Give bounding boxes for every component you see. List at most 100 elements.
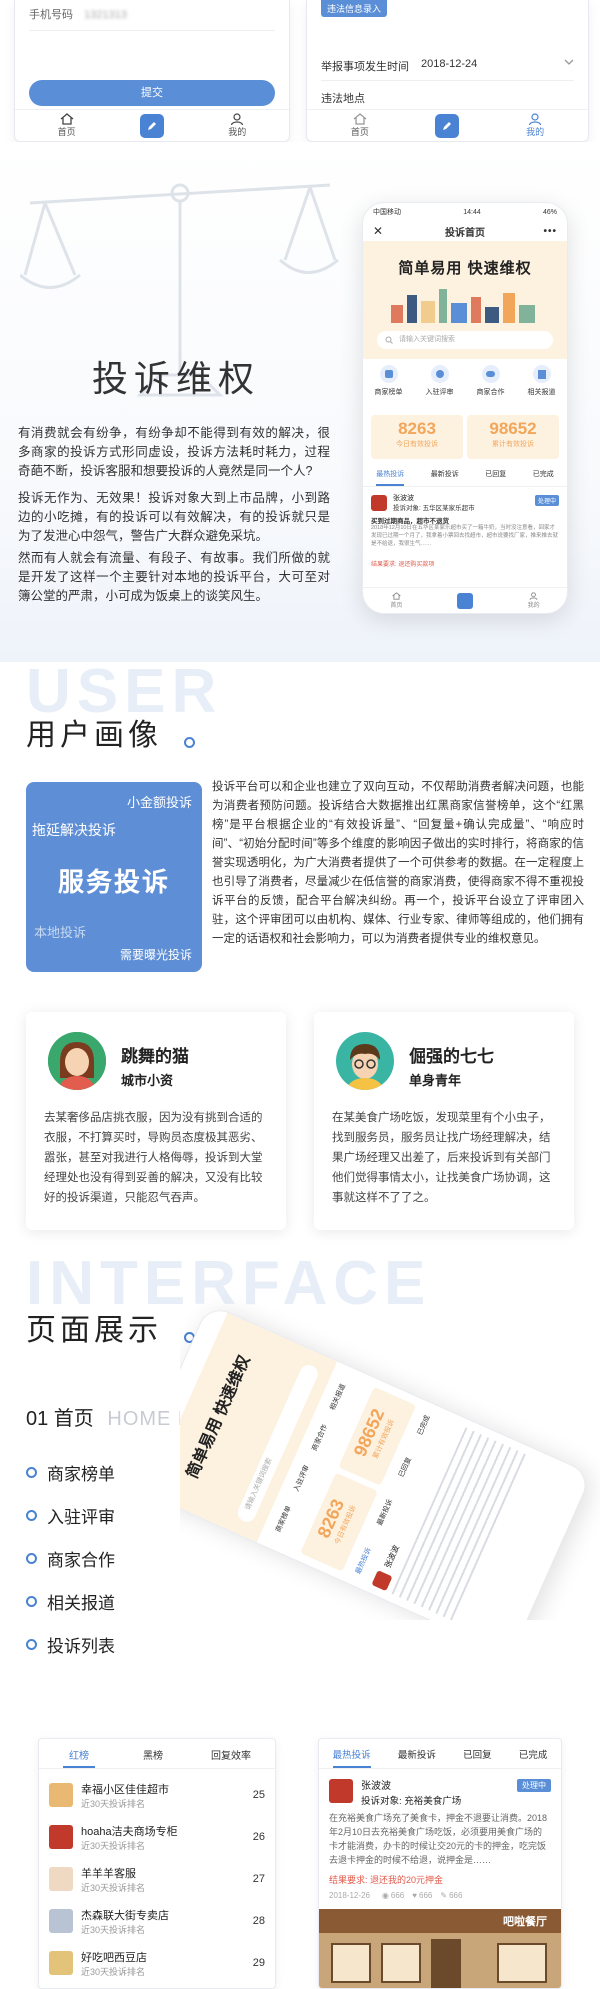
complaint-date: 2018-12-26 — [329, 1891, 370, 1900]
phone-fragment-right: 违法信息录入 举报事项发生时间 2018-12-24 违法地点 首页 我的 — [306, 0, 589, 142]
shop-name: 杰森联大街专卖店 — [81, 1909, 169, 1922]
shop-sub: 近30天投诉排名 — [81, 1798, 146, 1809]
tab-home[interactable]: 首页 — [390, 592, 402, 609]
shop-sub: 近30天投诉排名 — [81, 1882, 146, 1893]
window — [331, 1943, 371, 1983]
search-icon — [385, 336, 393, 344]
tab-mine[interactable]: 我的 — [528, 592, 540, 609]
ranking-row[interactable]: hoaha洁夫商场专柜 近30天投诉排名 26 — [49, 1817, 265, 1857]
quick-label[interactable]: 入驻评审 — [291, 1464, 326, 1500]
tab-replied[interactable]: 已回复 — [463, 1747, 492, 1768]
shop-thumbnail — [49, 1783, 73, 1807]
ranking-row[interactable]: 幸福小区佳佳超市 近30天投诉排名 25 — [49, 1775, 265, 1815]
header-title: 投诉首页 — [445, 227, 485, 239]
submit-button[interactable]: 提交 — [29, 80, 275, 106]
new-complaint-button[interactable] — [139, 113, 164, 138]
comment-icon[interactable]: ✎ — [440, 1891, 447, 1900]
tab-home[interactable]: 首页 — [330, 113, 390, 138]
quick-review-join[interactable]: 入驻评审 — [426, 365, 454, 409]
tab-mine[interactable]: 我的 — [207, 113, 267, 138]
divider — [29, 30, 275, 31]
user-icon — [231, 113, 244, 125]
tab-reply-efficiency[interactable]: 回复效率 — [211, 1747, 251, 1768]
feature-label: 入驻评审 — [47, 1508, 115, 1527]
close-icon[interactable]: ✕ — [373, 224, 383, 238]
new-complaint-button[interactable] — [457, 592, 473, 609]
tab-replied[interactable]: 已回复 — [485, 469, 506, 486]
tab-replied[interactable]: 已回复 — [396, 1456, 414, 1479]
ranking-row[interactable]: 杰森联大街专卖店 近30天投诉排名 28 — [49, 1901, 265, 1941]
tab-hot[interactable]: 最热投诉 — [376, 469, 405, 486]
new-complaint-button[interactable] — [435, 113, 460, 138]
persona-name: 跳舞的猫 — [121, 1047, 189, 1066]
ranking-icon — [379, 365, 398, 383]
shop-sub: 近30天投诉排名 — [81, 1966, 146, 1977]
thumbs-up-icon[interactable]: ♥ — [412, 1891, 417, 1900]
merchant-ranking-card: 红榜 黑榜 回复效率 幸福小区佳佳超市 近30天投诉排名 25 hoaha洁夫商场… — [38, 1738, 276, 1989]
shop-sub: 近30天投诉排名 — [81, 1924, 146, 1935]
tab-latest[interactable]: 最新投诉 — [375, 1498, 396, 1528]
quick-cooperation[interactable]: 商家合作 — [477, 365, 505, 409]
tab-hot[interactable]: 最热投诉 — [353, 1546, 374, 1576]
tab-home-label: 首页 — [57, 127, 76, 137]
ring-icon — [184, 737, 195, 748]
shop-name: 幸福小区佳佳超市 — [81, 1783, 169, 1796]
user-icon — [529, 592, 538, 600]
place-label[interactable]: 违法地点 — [321, 90, 365, 106]
card-main-label: 服务投诉 — [57, 867, 170, 897]
shop-name: hoaha洁夫商场专柜 — [81, 1825, 178, 1838]
shop-thumbnail — [49, 1951, 73, 1975]
avatar — [371, 495, 387, 511]
phone-number-row[interactable]: 手机号码 1321313 — [29, 6, 127, 22]
shop-thumbnail — [49, 1909, 73, 1933]
date-label: 举报事项发生时间 — [321, 61, 409, 73]
tab-mine[interactable]: 我的 — [505, 113, 565, 138]
tab-latest[interactable]: 最新投诉 — [431, 469, 459, 486]
tag-local: 本地投诉 — [34, 925, 87, 940]
quick-label[interactable]: 相关报道 — [328, 1382, 363, 1418]
quick-label: 相关报道 — [527, 389, 556, 396]
rank-number: 26 — [252, 1831, 265, 1843]
shop-sign: 吧啦餐厅 — [503, 1916, 547, 1928]
tab-hot[interactable]: 最热投诉 — [332, 1747, 371, 1768]
quick-news[interactable]: 相关报道 — [528, 365, 556, 409]
home-icon — [392, 592, 401, 600]
tag-expose: 需要曝光投诉 — [119, 948, 192, 962]
tab-red-list[interactable]: 红榜 — [63, 1747, 95, 1768]
quick-merchant-ranking[interactable]: 商家榜单 — [375, 365, 403, 409]
ranking-row[interactable]: 好吃吧西豆店 近30天投诉排名 29 — [49, 1943, 265, 1983]
banner: 简单易用 快速维权 请输入关键词搜索 — [363, 241, 567, 359]
tab-black-list[interactable]: 黑榜 — [143, 1747, 163, 1768]
event-date-row[interactable]: 举报事项发生时间 2018-12-24 — [321, 58, 574, 74]
more-icon[interactable]: ••• — [543, 226, 557, 237]
info-entry-chip[interactable]: 违法信息录入 — [321, 0, 388, 17]
tab-done[interactable]: 已完成 — [415, 1414, 433, 1437]
pencil-icon — [147, 121, 156, 130]
feature-label: 相关报道 — [47, 1594, 115, 1613]
window — [497, 1943, 547, 1983]
quick-label[interactable]: 商家合作 — [309, 1423, 344, 1459]
feature-item: 投诉列表 — [26, 1632, 115, 1657]
complaint-list-card: 最热投诉 最新投诉 已回复 已完成 张波波 处理中 投诉对象: 充裕美食广场 在… — [318, 1738, 562, 1989]
quick-label[interactable]: 商家榜单 — [273, 1504, 308, 1540]
stat-today-label: 今日有效投诉 — [396, 441, 438, 448]
tab-done[interactable]: 已完成 — [533, 469, 554, 486]
service-complaint-card: 小金额投诉 拖延解决投诉 服务投诉 本地投诉 需要曝光投诉 — [26, 782, 202, 972]
door — [431, 1939, 461, 1988]
stat-total-value: 98652 — [489, 419, 537, 438]
feature-label: 商家合作 — [47, 1551, 115, 1570]
ring-icon — [26, 1596, 37, 1607]
banner: 简单易用 快速维权 请输入关键词搜索 — [180, 1312, 338, 1543]
banner-slogan: 简单易用 快速维权 — [398, 260, 532, 277]
search-placeholder: 请输入关键词搜索 — [244, 1457, 274, 1512]
stat-today-value: 8263 — [398, 419, 436, 438]
ranking-row[interactable]: 羊羊羊客服 近30天投诉排名 27 — [49, 1859, 265, 1899]
search-input[interactable]: 请输入关键词搜索 — [377, 331, 553, 349]
tab-home[interactable]: 首页 — [37, 113, 97, 138]
phone-fragment-left: 手机号码 1321313 提交 首页 我的 — [14, 0, 290, 142]
ring-icon — [26, 1467, 37, 1478]
tab-latest[interactable]: 最新投诉 — [398, 1747, 436, 1768]
complaint-item[interactable]: 张波波 投诉对象: 五华区某家乐超市 处理中 买到过期商品，超市不退货 2018… — [371, 493, 559, 577]
tab-mine-label: 我的 — [228, 127, 247, 137]
tab-done[interactable]: 已完成 — [519, 1747, 548, 1768]
